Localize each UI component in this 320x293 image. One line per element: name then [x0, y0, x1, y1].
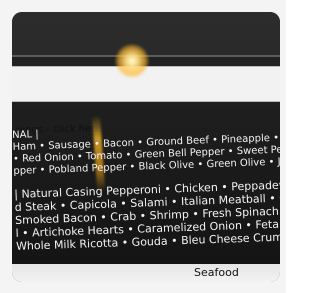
- menu-screen-photo: pings - click here NAL | Ham • Sausage •…: [0, 0, 286, 293]
- seafood-label: Seafood: [194, 266, 239, 279]
- toppings-link-bar[interactable]: pings - click here: [12, 66, 280, 136]
- bottom-strip: [12, 264, 280, 282]
- light-glare: [115, 44, 149, 78]
- header-bar: [12, 12, 280, 57]
- screen: pings - click here NAL | Ham • Sausage •…: [12, 12, 280, 282]
- toppings-text-block: NAL | Ham • Sausage • Bacon • Ground Bee…: [12, 121, 280, 280]
